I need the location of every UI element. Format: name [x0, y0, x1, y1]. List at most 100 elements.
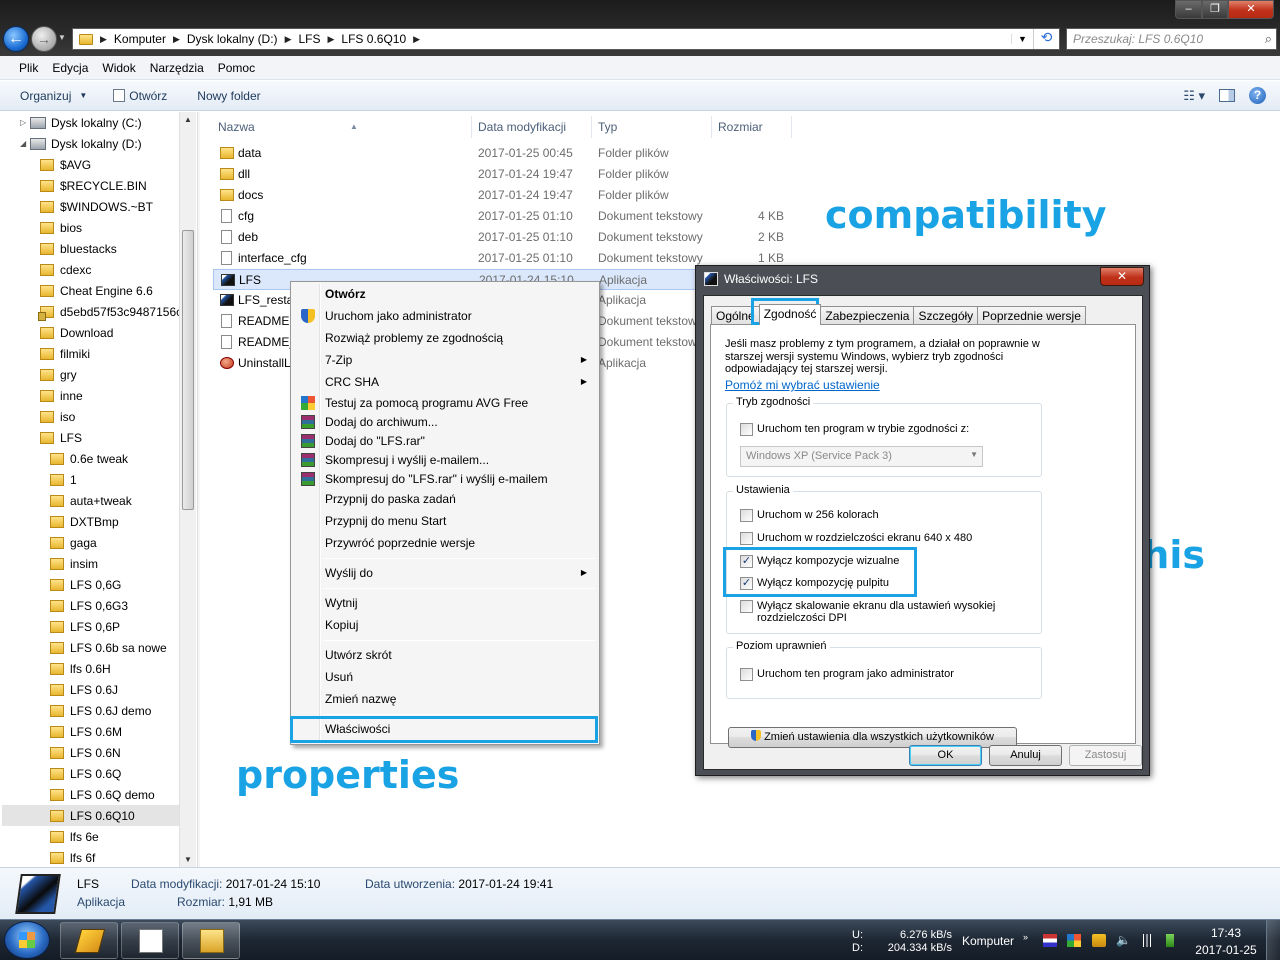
tree-item[interactable]: gry	[40, 364, 77, 385]
forward-button[interactable]: →	[31, 26, 57, 52]
help-icon[interactable]: ?	[1249, 87, 1266, 104]
tree-item[interactable]: Cheat Engine 6.6	[40, 280, 153, 301]
tree-item[interactable]: bios	[40, 217, 82, 238]
address-toolbar-label[interactable]: Komputer	[962, 934, 1014, 948]
tree-item[interactable]: gaga	[50, 532, 97, 553]
tree-item[interactable]: DXTBmp	[50, 511, 119, 532]
column-header-date[interactable]: Data modyfikacji	[472, 116, 592, 138]
checkbox-unchecked[interactable]	[740, 532, 753, 545]
collapse-arrow-icon[interactable]: ◢	[20, 139, 30, 148]
tree-item[interactable]: LFS 0.6J demo	[50, 700, 151, 721]
clock-time[interactable]: 17:43	[1200, 926, 1252, 940]
menu-item-crc-sha[interactable]: CRC SHA ▶	[293, 371, 597, 393]
menu-item-compress-rar-email[interactable]: Skompresuj do "LFS.rar" i wyślij e-maile…	[293, 468, 597, 490]
tree-item[interactable]: inne	[40, 385, 83, 406]
expand-arrow-icon[interactable]: ▷	[20, 118, 30, 127]
tree-item[interactable]: lfs 6f	[50, 847, 95, 867]
back-button[interactable]: ←	[3, 26, 29, 52]
chevron-right-icon[interactable]: ▶	[100, 34, 107, 45]
checkbox-unchecked[interactable]	[740, 600, 753, 613]
taskbar-explorer[interactable]	[182, 922, 240, 959]
file-row[interactable]: cfg 2017-01-25 01:10 Dokument tekstowy 4 KB	[213, 206, 793, 227]
close-button[interactable]: ✕	[1228, 0, 1274, 19]
chevron-right-icon[interactable]: ▶	[285, 34, 292, 45]
menu-view[interactable]: Widok	[95, 61, 142, 75]
tree-item[interactable]: $WINDOWS.~BT	[40, 196, 153, 217]
search-icon[interactable]: ⌕	[1265, 31, 1272, 47]
tree-item[interactable]: LFS	[40, 427, 82, 448]
address-dropdown-icon[interactable]: ▼	[1011, 34, 1033, 44]
volume-icon[interactable]: 🔈	[1116, 934, 1131, 947]
menu-item-delete[interactable]: Usuń	[293, 666, 597, 688]
tree-item[interactable]: LFS 0.6J	[50, 679, 118, 700]
checkbox-unchecked[interactable]	[740, 423, 753, 436]
tree-item[interactable]: d5ebd57f53c9487156cc	[38, 301, 188, 322]
setting-disable-dpi-scaling[interactable]: Wyłącz skalowanie ekranu dla ustawień wy…	[740, 600, 995, 624]
breadcrumb-current[interactable]: LFS 0.6Q10	[341, 32, 406, 46]
tree-item[interactable]: insim	[50, 553, 98, 574]
tree-item[interactable]: LFS 0,6G3	[50, 595, 128, 616]
breadcrumb-computer[interactable]: Komputer	[114, 32, 166, 46]
tree-item[interactable]: LFS 0.6Q demo	[50, 784, 155, 805]
chevron-right-icon[interactable]: ▶	[328, 34, 335, 45]
scroll-up-icon[interactable]: ▲	[180, 115, 196, 124]
checkbox-unchecked[interactable]	[740, 509, 753, 522]
menu-item-cut[interactable]: Wytnij	[293, 592, 597, 614]
tab-compatibility[interactable]: Zgodność	[758, 304, 822, 325]
avg-tray-icon[interactable]	[1067, 934, 1081, 947]
menu-item-pin-start[interactable]: Przypnij do menu Start	[293, 510, 597, 532]
tree-item-selected[interactable]: LFS 0.6Q10	[2, 805, 179, 826]
clock-date[interactable]: 2017-01-25	[1193, 943, 1259, 957]
file-row[interactable]: deb 2017-01-25 01:10 Dokument tekstowy 2 KB	[213, 227, 793, 248]
organize-button[interactable]: Organizuj ▼	[12, 89, 95, 103]
tree-item[interactable]: LFS 0.6b sa nowe	[50, 637, 167, 658]
tree-item[interactable]: 1	[50, 469, 77, 490]
open-button[interactable]: Otwórz	[105, 89, 175, 103]
menu-item-rename[interactable]: Zmień nazwę	[293, 688, 597, 710]
menu-item-pin-taskbar[interactable]: Przypnij do paska zadań	[293, 488, 597, 510]
checkbox-unchecked[interactable]	[740, 668, 753, 681]
chevron-right-icon[interactable]: ▶	[413, 34, 420, 45]
tree-item[interactable]: 0.6e tweak	[50, 448, 128, 469]
setting-640x480[interactable]: Uruchom w rozdzielczości ekranu 640 x 48…	[740, 532, 972, 545]
column-header-type[interactable]: Typ	[592, 116, 712, 138]
nav-pane-scrollbar[interactable]: ▲ ▼	[179, 112, 196, 867]
menu-edit[interactable]: Edycja	[45, 61, 95, 75]
preview-pane-icon[interactable]	[1219, 89, 1235, 102]
menu-item-create-shortcut[interactable]: Utwórz skrót	[293, 644, 597, 666]
tab-details[interactable]: Szczegóły	[913, 306, 979, 325]
network-icon[interactable]	[1140, 934, 1154, 947]
menu-file[interactable]: Plik	[12, 61, 45, 75]
tree-item[interactable]: ◢ Dysk lokalny (D:)	[20, 133, 142, 154]
menu-item-open[interactable]: Otwórz	[293, 283, 597, 305]
scroll-thumb[interactable]	[182, 230, 194, 510]
apply-button[interactable]: Zastosuj	[1069, 745, 1142, 766]
search-input[interactable]: Przeszukaj: LFS 0.6Q10 ⌕	[1066, 28, 1277, 50]
flag-icon[interactable]	[1092, 934, 1106, 947]
ok-button[interactable]: OK	[909, 745, 982, 766]
tree-item[interactable]: $RECYCLE.BIN	[40, 175, 147, 196]
menu-item-copy[interactable]: Kopiuj	[293, 614, 597, 636]
menu-item-restore-versions[interactable]: Przywróć poprzednie wersje	[293, 532, 597, 554]
tree-item[interactable]: Download	[40, 322, 113, 343]
scroll-down-icon[interactable]: ▼	[180, 855, 196, 864]
setting-256-colors[interactable]: Uruchom w 256 kolorach	[740, 509, 879, 522]
language-flag-icon[interactable]	[1043, 934, 1057, 947]
tree-item[interactable]: lfs 0.6H	[50, 658, 111, 679]
menu-item-run-as-admin[interactable]: Uruchom jako administrator	[293, 305, 597, 327]
maximize-button[interactable]: ❐	[1202, 0, 1228, 19]
menu-item-7zip[interactable]: 7-Zip ▶	[293, 349, 597, 371]
chevron-right-icon[interactable]: ▶	[173, 34, 180, 45]
tree-item[interactable]: lfs 6e	[50, 826, 99, 847]
dialog-close-button[interactable]: ✕	[1100, 267, 1144, 286]
file-row[interactable]: dll 2017-01-24 19:47 Folder plików	[213, 164, 793, 185]
tree-item[interactable]: filmiki	[40, 343, 90, 364]
tree-item[interactable]: cdexc	[40, 259, 91, 280]
menu-tools[interactable]: Narzędzia	[143, 61, 211, 75]
show-desktop-button[interactable]	[1266, 920, 1280, 960]
recent-pages-icon[interactable]: ▼	[58, 33, 66, 42]
tree-item[interactable]: LFS 0.6M	[50, 721, 122, 742]
start-button[interactable]	[4, 921, 50, 959]
change-view-icon[interactable]: ☷ ▾	[1183, 88, 1205, 104]
column-header-name[interactable]: Nazwa ▲	[212, 116, 472, 138]
